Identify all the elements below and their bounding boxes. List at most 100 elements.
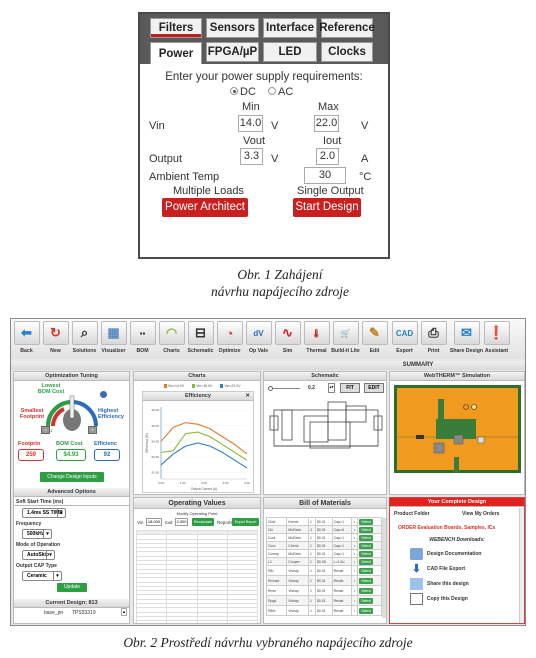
- select-button[interactable]: Select: [359, 518, 373, 525]
- toolbar-button-thermal[interactable]: 🌡 Thermal: [302, 319, 331, 359]
- mode-label: Mode of Operation: [16, 542, 61, 548]
- recalculate-button[interactable]: Recalculate: [192, 518, 214, 526]
- toolbar-button-new[interactable]: ↻ New: [41, 319, 70, 359]
- schematic-diagram[interactable]: [268, 400, 384, 456]
- toolbar-button-assistant[interactable]: ❗ Assistant: [482, 319, 511, 359]
- chart-icon: ◠: [158, 321, 185, 345]
- bom-row: Cout MuRata 1 $0.01 Cap=1 • Select: [265, 533, 382, 542]
- soft-start-select[interactable]: 1.4ms SS TIME ▾: [22, 508, 66, 518]
- select-button[interactable]: Select: [359, 534, 373, 541]
- toolbar-button-share-design[interactable]: ✉ Share Design: [450, 319, 483, 359]
- magnifier-icon: ⌕: [71, 321, 98, 345]
- bom-type: Cap=1: [331, 549, 353, 558]
- product-folder-link[interactable]: Product Folder: [394, 511, 430, 517]
- tab-fpga[interactable]: FPGA/µP: [206, 42, 259, 62]
- zoom-slider[interactable]: [270, 388, 300, 389]
- edit-button[interactable]: EDIT: [364, 383, 384, 393]
- bom-cost-label: BOM Cost: [56, 441, 83, 447]
- toolbar-button-edit[interactable]: ✎ Edit: [360, 319, 389, 359]
- toolbar-button-back[interactable]: ⬅ Back: [12, 319, 41, 359]
- close-icon[interactable]: ✕: [245, 392, 250, 401]
- webtherm-title: WebTHERM™ Simulation: [390, 372, 524, 381]
- toolbar-button-charts[interactable]: ◠ Charts: [157, 319, 186, 359]
- toolbar-button-op-vals[interactable]: dV Op Vals: [244, 319, 273, 359]
- zoom-slider-handle[interactable]: [268, 386, 273, 391]
- order-link[interactable]: ORDER Evaluation Boards, Samples, ICs: [398, 525, 495, 531]
- legend-item[interactable]: Vin=18.0V: [192, 384, 212, 388]
- select-button[interactable]: Select: [359, 558, 373, 565]
- select-button[interactable]: Select: [359, 597, 373, 604]
- series-line-3[interactable]: [160, 442, 248, 469]
- charts-title: Charts: [134, 372, 260, 381]
- ambient-temp-label: Ambient Temp: [149, 171, 220, 183]
- toolbar-button-visualizer[interactable]: ▦ Visualizer: [99, 319, 128, 359]
- copy-design-link[interactable]: Copy this Design: [410, 591, 518, 606]
- bom-price: $0.01: [314, 517, 333, 526]
- select-button[interactable]: Select: [359, 550, 373, 557]
- select-button[interactable]: Select: [359, 526, 373, 533]
- design-documentation-link[interactable]: Design Documentation: [410, 546, 518, 561]
- tab-led[interactable]: LED: [263, 42, 317, 62]
- bom-scrollbar[interactable]: [382, 518, 386, 618]
- tab-reference[interactable]: Reference: [319, 18, 375, 38]
- complete-design-scrollbar[interactable]: [519, 508, 524, 623]
- share-design-link[interactable]: Share this design: [410, 576, 518, 591]
- select-button[interactable]: Select: [359, 542, 373, 549]
- tab-power[interactable]: Power: [150, 42, 202, 64]
- vin-max-input[interactable]: 22.0: [314, 115, 339, 132]
- toolbar-button-print[interactable]: ⎙ Print: [419, 319, 448, 359]
- info-icon[interactable]: [100, 391, 107, 398]
- export-report-button[interactable]: Export Report: [232, 518, 259, 526]
- dial-right-button[interactable]: »: [88, 426, 97, 434]
- radio-ac-dot[interactable]: [268, 87, 276, 96]
- scroll-up-button[interactable]: ▲: [121, 608, 127, 616]
- ambient-temp-input[interactable]: 30: [304, 167, 346, 184]
- vin-min-input[interactable]: 14.0: [238, 115, 263, 132]
- start-design-button[interactable]: Start Design: [293, 198, 361, 217]
- legend-item[interactable]: Vin=22.0V: [220, 384, 241, 388]
- toolbar-button-schematic[interactable]: ⊟ Schematic: [186, 319, 215, 359]
- fit-button[interactable]: FIT: [340, 383, 360, 393]
- change-design-inputs-button[interactable]: Change Design Inputs: [40, 472, 104, 482]
- view-orders-link[interactable]: View My Orders: [462, 511, 499, 517]
- thermal-simulation-image[interactable]: [394, 385, 521, 473]
- cap-type-select[interactable]: Ceramic ▾: [22, 571, 62, 581]
- bom-select-cell: Select: [357, 575, 382, 586]
- bom-row: Cvcc Cheml 1 $0.01 Cap=1 • Select: [265, 541, 382, 550]
- legend-item[interactable]: Vin=14.0V: [164, 384, 184, 388]
- vout-input[interactable]: 3.3: [240, 148, 263, 165]
- op-iout-input[interactable]: 2.000: [175, 518, 188, 526]
- tab-clocks[interactable]: Clocks: [321, 42, 373, 62]
- download-item-label: Share this design: [427, 580, 469, 587]
- tab-interface[interactable]: Interface: [263, 18, 317, 38]
- radio-ac[interactable]: AC: [268, 86, 293, 98]
- select-button[interactable]: Select: [359, 577, 373, 584]
- toolbar-button-build-it-lite[interactable]: 🛒 Build-it Lite: [331, 319, 360, 359]
- mode-select[interactable]: AutoSkip ▾: [22, 550, 55, 560]
- radio-dc-dot[interactable]: [230, 87, 238, 96]
- dvdt-icon: dV: [245, 321, 272, 345]
- toolbar-button-export[interactable]: CAD Export: [390, 319, 419, 359]
- iout-input[interactable]: 2.0: [316, 148, 339, 165]
- tab-sensors[interactable]: Sensors: [206, 18, 259, 38]
- zoom-stepper[interactable]: ▴▾: [328, 383, 335, 393]
- series-line-2[interactable]: [160, 431, 248, 461]
- select-button[interactable]: Select: [359, 567, 373, 574]
- bom-ref: Rpgd: [265, 595, 288, 606]
- tab-filters[interactable]: Filters: [150, 18, 202, 38]
- toolbar-button-sim[interactable]: ∿ Sim: [273, 319, 302, 359]
- toolbar-button-bom[interactable]: ▪▪ BOM: [128, 319, 157, 359]
- table-cell: [226, 620, 259, 623]
- select-button[interactable]: Select: [359, 607, 373, 614]
- update-button[interactable]: Update: [57, 583, 87, 592]
- op-vin-input[interactable]: 18.000: [146, 518, 162, 526]
- frequency-select[interactable]: 500kHz ▾: [22, 529, 52, 539]
- toolbar-button-optimize[interactable]: ◔ Optimize: [215, 319, 244, 359]
- radio-dc[interactable]: DC: [230, 86, 256, 98]
- cad-export-link[interactable]: ⬇ CAD File Export: [410, 561, 518, 576]
- toolbar-button-solutions[interactable]: ⌕ Solutions: [70, 319, 99, 359]
- select-button[interactable]: Select: [359, 587, 373, 594]
- dial-left-button[interactable]: «: [41, 426, 50, 434]
- bom-type: Cap=1: [331, 517, 353, 526]
- power-architect-button[interactable]: Power Architect: [162, 198, 248, 217]
